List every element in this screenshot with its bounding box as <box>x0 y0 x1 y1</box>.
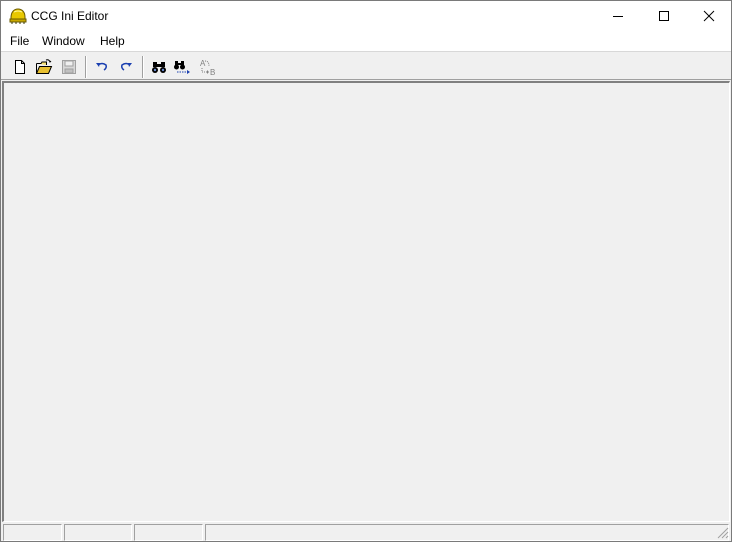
resize-grip-icon[interactable] <box>717 527 729 539</box>
close-button[interactable] <box>686 1 732 31</box>
status-pane-2 <box>64 524 132 541</box>
title-bar[interactable]: CCG Ini Editor <box>1 1 731 31</box>
status-pane-1 <box>3 524 62 541</box>
status-pane-4 <box>205 524 729 541</box>
status-bar <box>1 522 731 541</box>
redo-button[interactable] <box>115 56 137 78</box>
find-next-button[interactable] <box>172 56 194 78</box>
find-next-icon <box>174 61 190 74</box>
window-title: CCG Ini Editor <box>31 9 109 23</box>
undo-icon <box>96 62 107 71</box>
app-window: CCG Ini Editor File Window Help A B <box>0 0 732 542</box>
status-pane-3 <box>134 524 203 541</box>
maximize-button[interactable] <box>641 1 687 31</box>
open-button[interactable] <box>33 56 55 78</box>
replace-icon: A B <box>200 59 215 76</box>
menu-window[interactable]: Window <box>41 34 86 48</box>
mdi-client-area[interactable] <box>2 81 730 522</box>
minimize-icon <box>613 16 623 17</box>
open-folder-icon <box>36 59 53 74</box>
find-binoculars-icon <box>152 62 166 73</box>
menu-bar: File Window Help <box>1 31 731 52</box>
new-button[interactable] <box>9 56 31 78</box>
undo-button[interactable] <box>91 56 113 78</box>
svg-text:B: B <box>210 68 215 76</box>
toolbar: A B <box>1 53 731 80</box>
new-document-icon <box>15 60 25 74</box>
minimize-button[interactable] <box>595 1 641 31</box>
save-button[interactable] <box>58 56 80 78</box>
close-icon <box>703 10 715 22</box>
menu-file[interactable]: File <box>9 34 30 48</box>
find-button[interactable] <box>148 56 170 78</box>
maximize-icon <box>659 11 669 21</box>
toolbar-separator <box>85 56 87 78</box>
redo-icon <box>121 62 132 71</box>
app-helmet-icon[interactable] <box>9 7 27 25</box>
save-disk-icon <box>62 60 76 74</box>
toolbar-separator <box>142 56 144 78</box>
menu-help[interactable]: Help <box>99 34 126 48</box>
svg-text:A: A <box>200 59 206 68</box>
replace-button[interactable]: A B <box>197 56 219 78</box>
